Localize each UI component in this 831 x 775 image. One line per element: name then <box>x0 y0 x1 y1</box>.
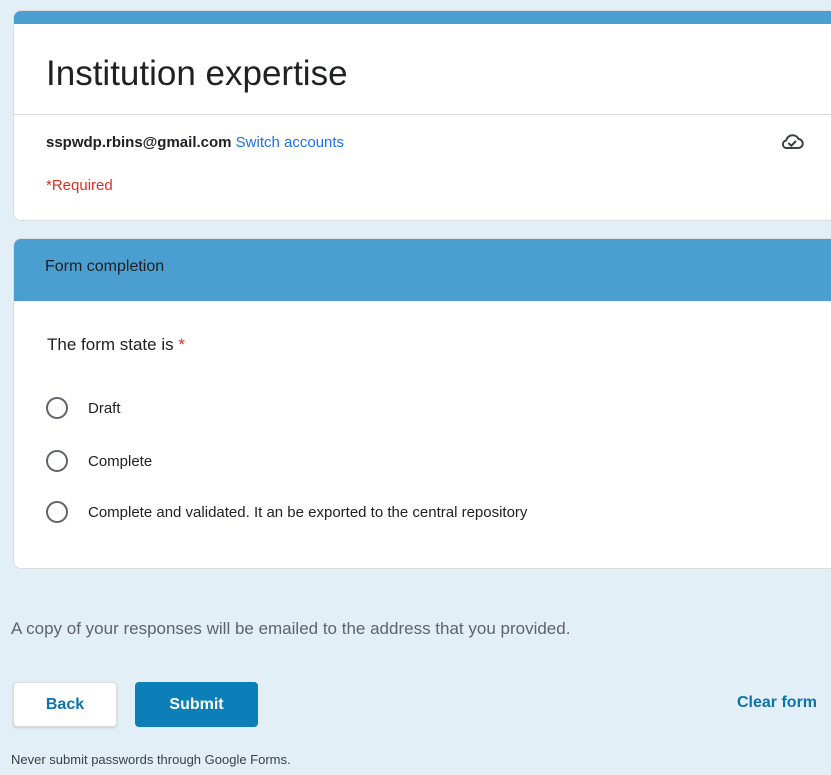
radio-option-label: Complete and validated. It an be exporte… <box>88 503 528 521</box>
radio-button[interactable] <box>46 450 68 472</box>
header-accent-strip <box>14 11 831 24</box>
section-card: Form completion The form state is * Draf… <box>13 238 831 569</box>
form-title: Institution expertise <box>46 54 348 93</box>
back-button[interactable]: Back <box>13 682 117 727</box>
question-title: The form state is * <box>47 335 185 355</box>
radio-option-draft[interactable]: Draft <box>46 395 121 421</box>
radio-option-label: Draft <box>88 399 121 417</box>
radio-option-complete[interactable]: Complete <box>46 448 152 474</box>
required-note: *Required <box>46 177 113 194</box>
required-asterisk: * <box>178 335 185 354</box>
switch-accounts-link[interactable]: Switch accounts <box>236 134 344 151</box>
section-header: Form completion <box>14 239 831 301</box>
clear-form-button[interactable]: Clear form <box>737 694 817 712</box>
email-copy-note: A copy of your responses will be emailed… <box>11 619 571 638</box>
submit-button[interactable]: Submit <box>135 682 258 727</box>
form-page: Institution expertise sspwdp.rbins@gmail… <box>0 0 831 775</box>
radio-option-complete-validated[interactable]: Complete and validated. It an be exporte… <box>46 499 527 525</box>
cloud-done-icon <box>779 131 805 153</box>
password-warning: Never submit passwords through Google Fo… <box>11 752 291 767</box>
account-row: sspwdp.rbins@gmail.com Switch accounts <box>46 134 344 151</box>
question-label: The form state is <box>47 335 174 354</box>
radio-button[interactable] <box>46 397 68 419</box>
header-divider <box>14 114 831 115</box>
form-header-card: Institution expertise sspwdp.rbins@gmail… <box>13 10 831 221</box>
radio-option-label: Complete <box>88 452 153 470</box>
radio-button[interactable] <box>46 501 68 523</box>
account-email: sspwdp.rbins@gmail.com <box>46 134 232 151</box>
section-title: Form completion <box>45 258 165 275</box>
